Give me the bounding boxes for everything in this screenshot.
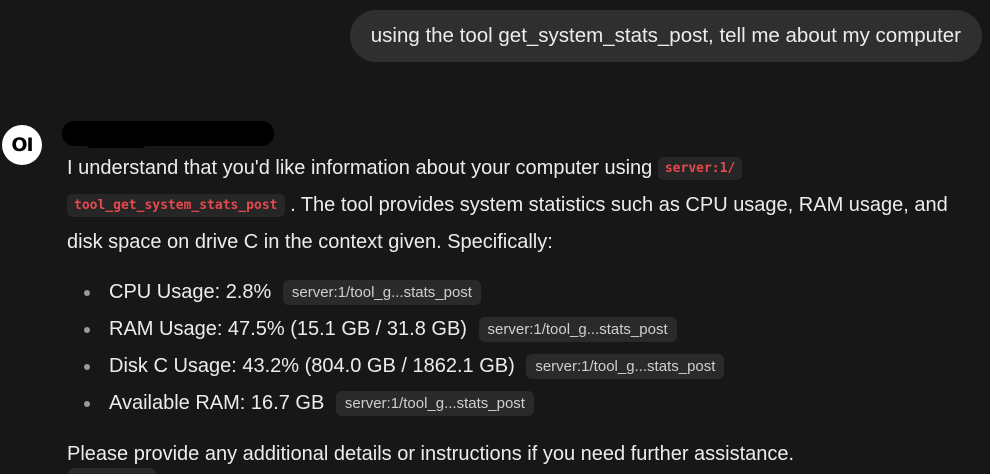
assistant-avatar: OI xyxy=(2,125,42,165)
stat-text: Disk C Usage: 43.2% (804.0 GB / 1862.1 G… xyxy=(109,355,515,377)
stat-text: RAM Usage: 47.5% (15.1 GB / 31.8 GB) xyxy=(109,318,467,340)
bullet-icon xyxy=(84,401,90,407)
list-item: Disk C Usage: 43.2% (804.0 GB / 1862.1 G… xyxy=(67,349,977,386)
user-message-text: using the tool get_system_stats_post, te… xyxy=(370,24,961,47)
list-item: Available RAM: 16.7 GB server:1/tool_g..… xyxy=(67,386,977,423)
list-item: CPU Usage: 2.8% server:1/tool_g...stats_… xyxy=(67,275,977,312)
assistant-closing-paragraph: Please provide any additional details or… xyxy=(67,443,795,465)
intro-text-before: I understand that you'd like information… xyxy=(67,157,658,179)
sources-button-partial[interactable] xyxy=(68,468,156,474)
chat-page: using the tool get_system_stats_post, te… xyxy=(0,0,990,474)
citation-button[interactable]: server:1/tool_g...stats_post xyxy=(335,391,534,416)
inline-code-server: server:1/ xyxy=(657,157,743,180)
citation-button[interactable]: server:1/tool_g...stats_post xyxy=(526,354,725,379)
assistant-message: I understand that you'd like information… xyxy=(67,150,977,469)
user-message-bubble: using the tool get_system_stats_post, te… xyxy=(349,10,982,62)
citation-button[interactable]: server:1/tool_g...stats_post xyxy=(282,280,481,305)
avatar-logo-text: OI xyxy=(11,134,33,156)
stat-text: Available RAM: 16.7 GB xyxy=(109,392,325,414)
stats-list: CPU Usage: 2.8% server:1/tool_g...stats_… xyxy=(67,275,977,423)
bullet-icon xyxy=(84,327,90,333)
citation-button[interactable]: server:1/tool_g...stats_post xyxy=(478,317,677,342)
list-item: RAM Usage: 47.5% (15.1 GB / 31.8 GB) ser… xyxy=(67,312,977,349)
stat-text: CPU Usage: 2.8% xyxy=(109,281,272,303)
bullet-icon xyxy=(84,290,90,296)
assistant-intro-paragraph: I understand that you'd like information… xyxy=(67,150,977,261)
redacted-model-name-tail xyxy=(86,138,146,148)
bullet-icon xyxy=(84,364,90,370)
inline-code-tool: tool_get_system_stats_post xyxy=(67,194,285,217)
